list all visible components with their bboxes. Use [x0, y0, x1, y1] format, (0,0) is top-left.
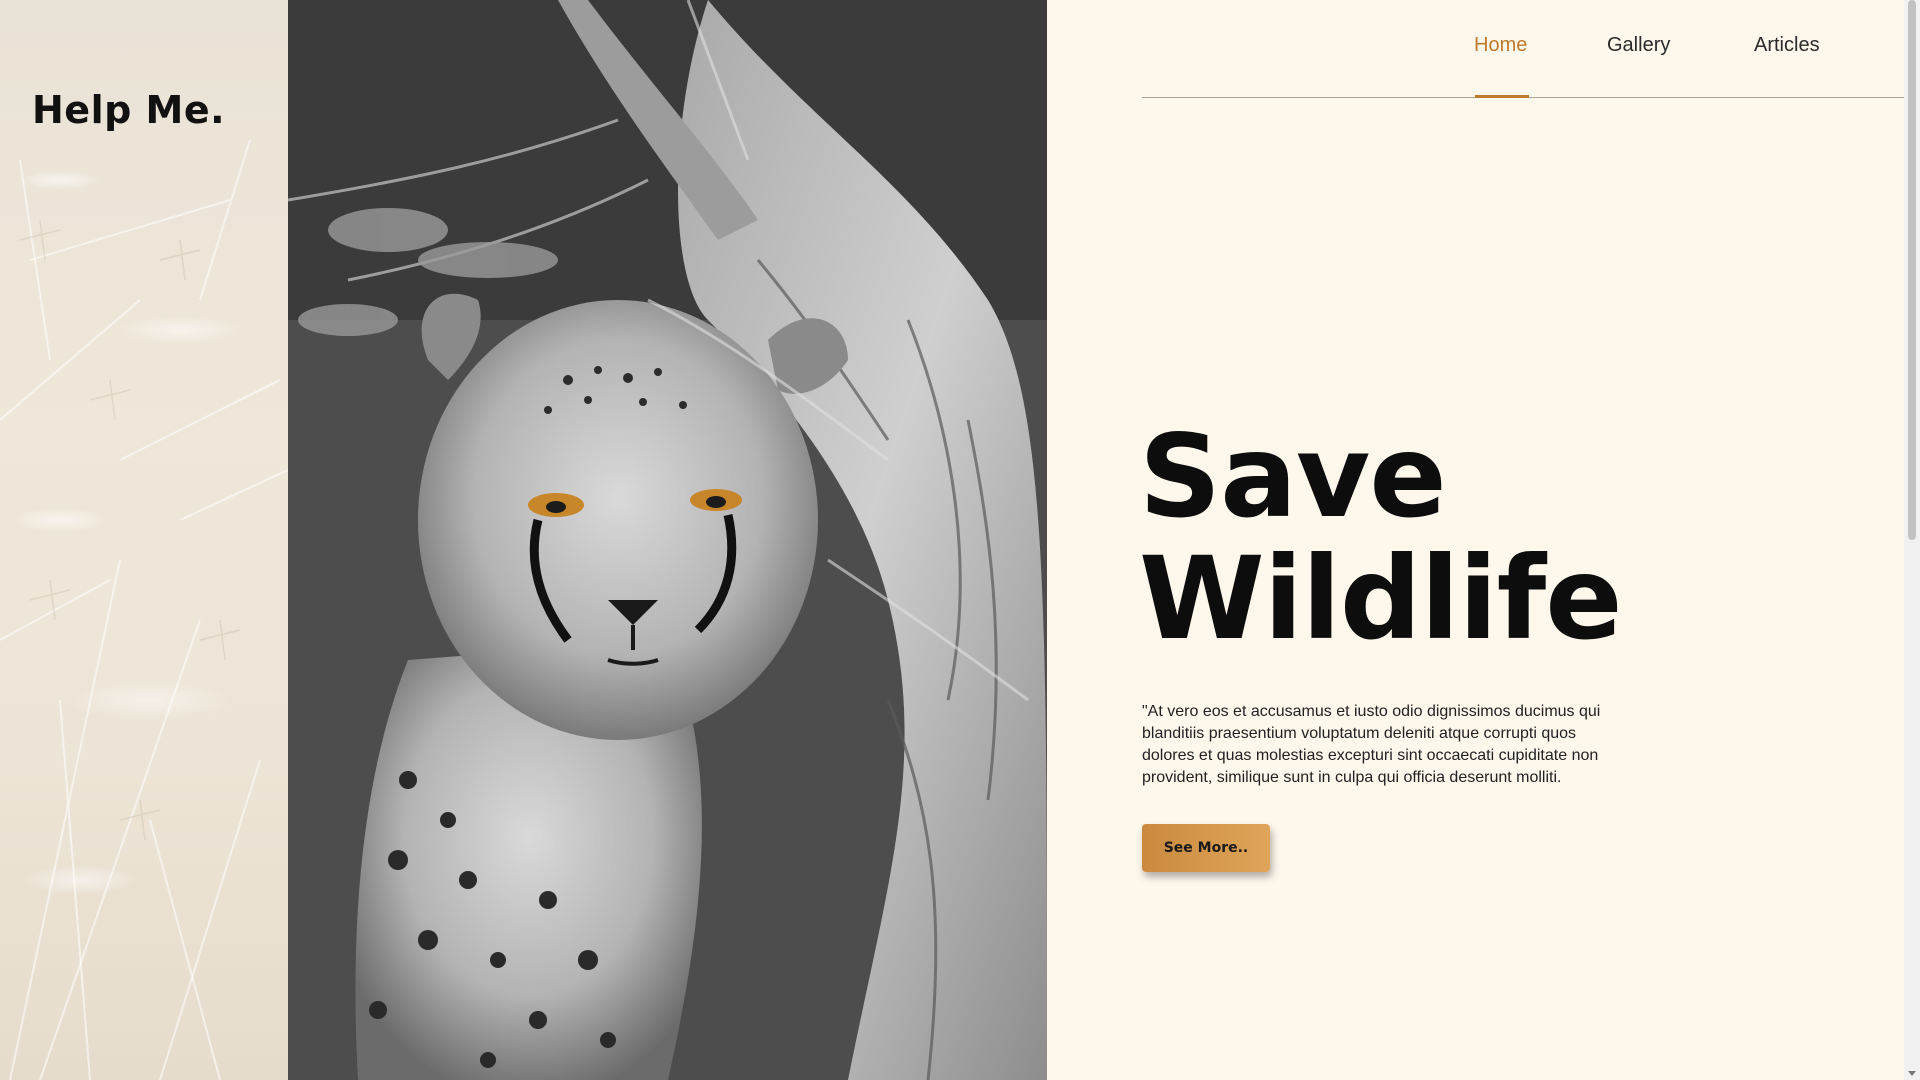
left-panel: Help Me.: [0, 0, 288, 1080]
hero-title-line-2: Wildlife: [1139, 532, 1623, 665]
vertical-scrollbar[interactable]: [1904, 0, 1920, 1080]
hero-description: "At vero eos et accusamus et iusto odio …: [1142, 703, 1601, 786]
hero-title-line-1: Save: [1139, 410, 1447, 543]
grass-background: [0, 139, 288, 1080]
cheetah-image: [288, 0, 1047, 1080]
hero-photo: [288, 0, 1047, 1080]
hero-title: Save Wildlife: [1139, 410, 1623, 665]
see-more-button[interactable]: See More..: [1142, 824, 1270, 872]
site-logo[interactable]: Help Me.: [32, 88, 225, 132]
scroll-down-arrow-icon[interactable]: [1908, 1071, 1916, 1076]
top-navigation: Home Gallery Articles: [1142, 0, 1904, 98]
scrollbar-thumb[interactable]: [1908, 0, 1916, 540]
nav-link-home[interactable]: Home: [1474, 34, 1527, 57]
active-nav-indicator: [1475, 95, 1529, 98]
nav-link-gallery[interactable]: Gallery: [1607, 34, 1670, 57]
nav-link-articles[interactable]: Articles: [1754, 34, 1820, 57]
